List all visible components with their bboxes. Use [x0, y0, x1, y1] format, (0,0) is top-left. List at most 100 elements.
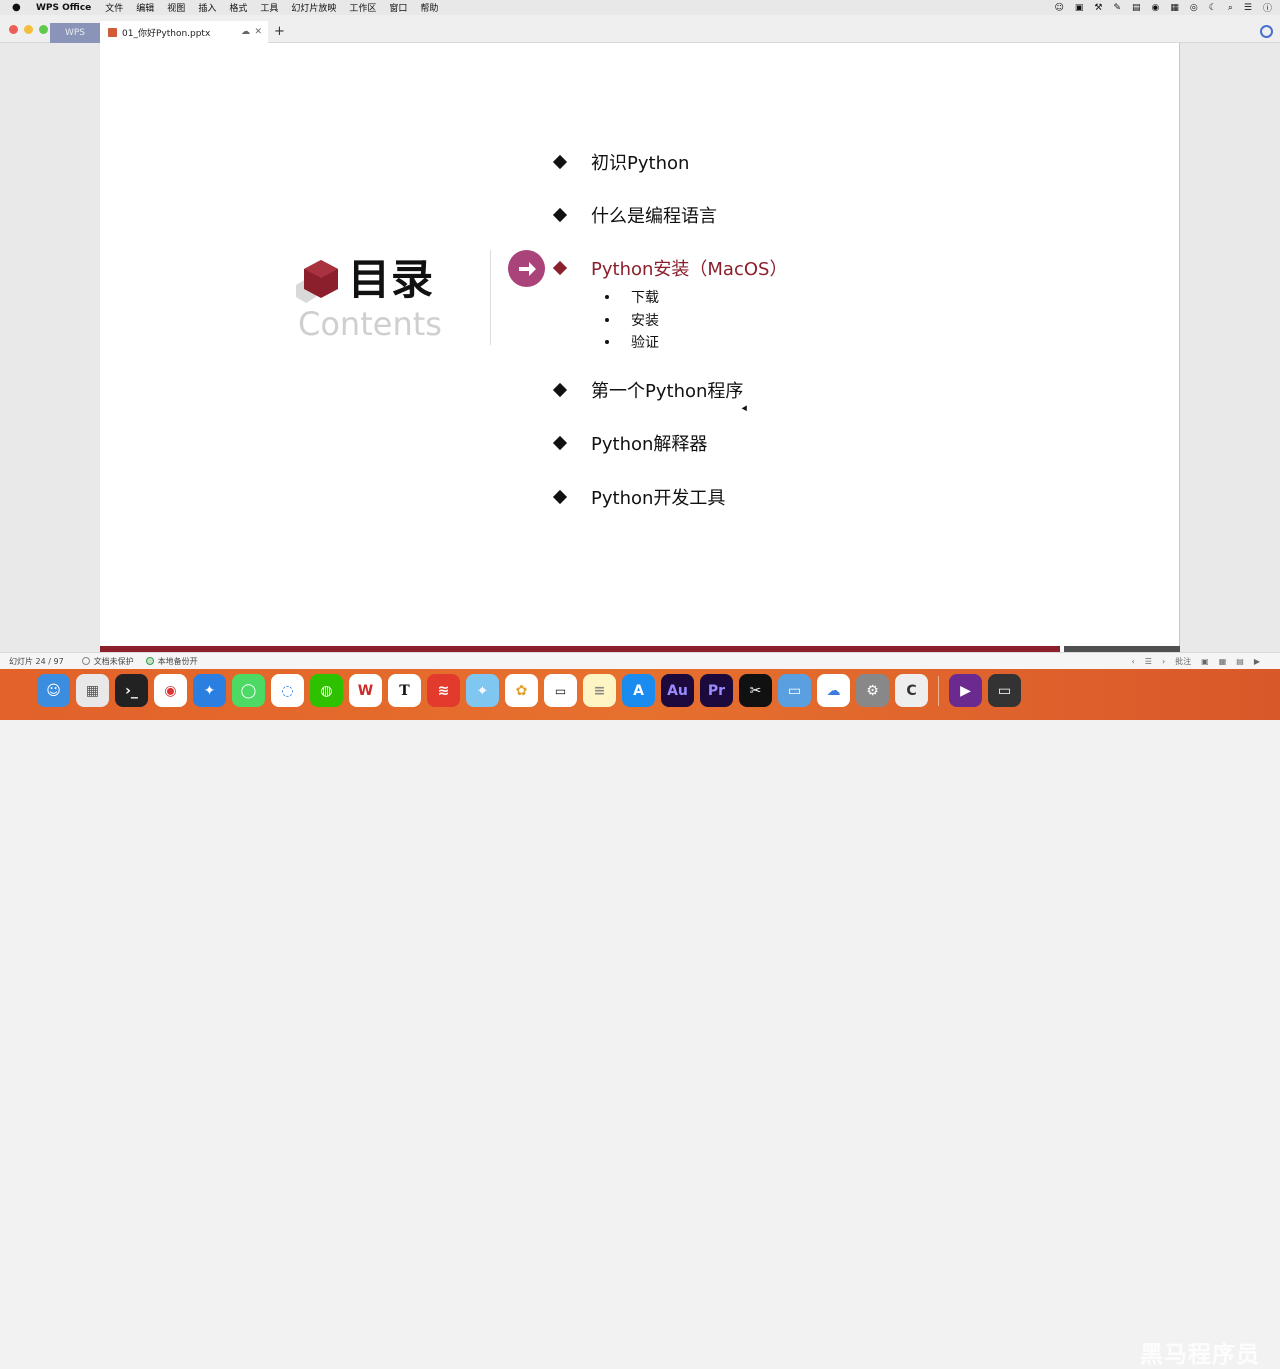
- app-store-icon[interactable]: A: [622, 674, 655, 707]
- protection-status[interactable]: 文档未保护: [81, 656, 134, 667]
- messages-icon[interactable]: ◯: [232, 674, 265, 707]
- chrome-icon[interactable]: ◉: [154, 674, 187, 707]
- apple-icon[interactable]: ●: [12, 2, 26, 13]
- app-name[interactable]: WPS Office: [36, 3, 91, 13]
- close-tab-icon[interactable]: ✕: [254, 27, 262, 37]
- play-icon[interactable]: ▶: [1254, 657, 1260, 666]
- tool-icon[interactable]: ⚒: [1094, 3, 1102, 13]
- cube-logo-icon: [296, 260, 338, 303]
- pen-icon[interactable]: ✎: [1113, 3, 1121, 13]
- toc-sub-item-label: 验证: [631, 335, 659, 351]
- normal-view-icon[interactable]: ▣: [1201, 657, 1209, 666]
- chat-icon[interactable]: ◌: [271, 674, 304, 707]
- video-app-icon[interactable]: ▶: [949, 674, 982, 707]
- notes-icon[interactable]: ≡: [583, 674, 616, 707]
- menu-workspace[interactable]: 工作区: [349, 1, 376, 14]
- audition-icon[interactable]: Au: [661, 674, 694, 707]
- notes-button[interactable]: 批注: [1175, 656, 1191, 667]
- terminal-icon[interactable]: ›_: [115, 674, 148, 707]
- menu-tools[interactable]: 工具: [260, 1, 278, 14]
- menu-slideshow[interactable]: 幻灯片放映: [291, 1, 336, 14]
- terminal-window-icon[interactable]: ▭: [988, 674, 1021, 707]
- toc-item-label: 初识Python: [591, 153, 690, 174]
- toc-item-label: Python解释器: [591, 434, 708, 455]
- slide-canvas[interactable]: 目录 Contents 初识Python 什么是编程语言 Python安装（Ma…: [100, 43, 1180, 652]
- cloud-icon[interactable]: ◉: [1152, 3, 1160, 13]
- launchpad-icon[interactable]: ▦: [76, 674, 109, 707]
- close-window-icon[interactable]: [9, 25, 18, 34]
- premiere-icon[interactable]: Pr: [700, 674, 733, 707]
- dock-apps: ☺ ▦ ›_ ◉ ✦ ◯ ◌ ◍ W T ≋ ⌖ ✿ ▭ ≡ A Au Pr ✂…: [37, 674, 1021, 708]
- slide-counter[interactable]: 幻灯片 24 / 97: [9, 656, 64, 667]
- music-icon[interactable]: ≋: [427, 674, 460, 707]
- emoji-icon[interactable]: ☺: [1055, 3, 1064, 13]
- status-bar: 幻灯片 24 / 97 文档未保护 本地备份开 ‹ ☰ › 批注 ▣ ▦ ▤ ▶: [0, 652, 1280, 669]
- mouse-cursor-icon: [741, 405, 750, 413]
- diamond-bullet-icon: [552, 382, 568, 398]
- clion-icon[interactable]: C: [895, 674, 928, 707]
- zoom-window-icon[interactable]: [39, 25, 48, 34]
- menu-insert[interactable]: 插入: [198, 1, 216, 14]
- protection-label: 文档未保护: [93, 656, 134, 666]
- diamond-bullet-icon: [552, 154, 568, 170]
- toc-sub-item-label: 安装: [631, 313, 659, 329]
- tab-wps-home[interactable]: WPS: [50, 23, 100, 43]
- calendar-icon[interactable]: ▭: [544, 674, 577, 707]
- dock-separator: [938, 676, 939, 706]
- bullet-dot-icon: [605, 340, 609, 344]
- finder-icon[interactable]: ☺: [37, 674, 70, 707]
- maps-icon[interactable]: ⌖: [466, 674, 499, 707]
- menu-file[interactable]: 文件: [105, 1, 123, 14]
- toc-title: 目录: [348, 255, 435, 304]
- cloud-sync-icon[interactable]: ☁: [241, 27, 250, 37]
- tab-document[interactable]: 01_你好Python.pptx ☁ ✕: [100, 21, 268, 43]
- toc-item: Python解释器: [552, 430, 708, 456]
- outline-icon[interactable]: ☰: [1145, 657, 1152, 666]
- wps-icon[interactable]: ▦: [1170, 3, 1179, 13]
- toc-item: 第一个Python程序: [552, 377, 743, 403]
- menu-help[interactable]: 帮助: [420, 1, 438, 14]
- input-method-icon[interactable]: ▣: [1075, 3, 1084, 13]
- backup-status[interactable]: 本地备份开: [145, 656, 198, 667]
- cloud-app-icon[interactable]: ☁: [817, 674, 850, 707]
- toc-sub-item: 安装: [605, 310, 659, 330]
- photos-icon[interactable]: ✿: [505, 674, 538, 707]
- diamond-bullet-icon: [552, 207, 568, 223]
- minimize-window-icon[interactable]: [24, 25, 33, 34]
- menu-edit[interactable]: 编辑: [136, 1, 154, 14]
- shield-icon: [81, 657, 90, 665]
- moon-icon[interactable]: ☾: [1209, 3, 1217, 13]
- diamond-bullet-icon: [552, 489, 568, 505]
- screen-icon[interactable]: ▭: [778, 674, 811, 707]
- safari-icon[interactable]: ✦: [193, 674, 226, 707]
- prev-icon[interactable]: ‹: [1132, 657, 1135, 666]
- menu-view[interactable]: 视图: [167, 1, 185, 14]
- view-controls: ‹ ☰ › 批注 ▣ ▦ ▤ ▶: [1132, 656, 1260, 667]
- capcut-icon[interactable]: ✂: [739, 674, 772, 707]
- backup-icon: [145, 657, 154, 665]
- next-icon[interactable]: ›: [1162, 657, 1165, 666]
- toc-sub-item: 下载: [605, 287, 659, 307]
- wps-dock-icon[interactable]: W: [349, 674, 382, 707]
- search-icon[interactable]: ⌕: [1228, 3, 1233, 13]
- toc-sub-item: 验证: [605, 332, 659, 352]
- diamond-bullet-icon: [552, 260, 568, 276]
- sync-icon[interactable]: ◎: [1190, 3, 1198, 13]
- menu-bar: ● WPS Office 文件 编辑 视图 插入 格式 工具 幻灯片放映 工作区…: [0, 0, 1280, 15]
- typora-icon[interactable]: T: [388, 674, 421, 707]
- tab-bar: WPS 01_你好Python.pptx ☁ ✕ +: [0, 15, 1280, 43]
- toc-subtitle: Contents: [298, 305, 442, 343]
- toc-item: 初识Python: [552, 149, 690, 175]
- menu-format[interactable]: 格式: [229, 1, 247, 14]
- new-tab-button[interactable]: +: [274, 24, 285, 39]
- bullet-dot-icon: [605, 295, 609, 299]
- battery-icon[interactable]: ▤: [1132, 3, 1141, 13]
- account-icon[interactable]: [1260, 25, 1273, 38]
- reading-view-icon[interactable]: ▤: [1236, 657, 1244, 666]
- control-center-icon[interactable]: ☰: [1244, 3, 1252, 13]
- wechat-icon[interactable]: ◍: [310, 674, 343, 707]
- settings-icon[interactable]: ⚙: [856, 674, 889, 707]
- info-icon[interactable]: ⓘ: [1263, 1, 1272, 14]
- sorter-view-icon[interactable]: ▦: [1219, 657, 1227, 666]
- menu-window[interactable]: 窗口: [389, 1, 407, 14]
